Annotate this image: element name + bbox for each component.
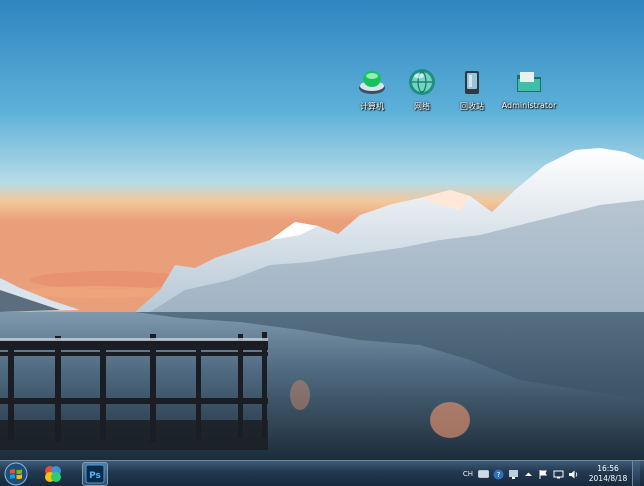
- photoshop-icon: Ps: [85, 464, 105, 484]
- desktop-icon-label: 网络: [414, 102, 430, 111]
- input-method-indicator[interactable]: CH: [461, 468, 475, 481]
- network-icon: [406, 66, 438, 98]
- user-folder-icon: [513, 66, 545, 98]
- keyboard-icon[interactable]: [477, 468, 490, 481]
- help-icon[interactable]: ?: [492, 468, 505, 481]
- clock-date: 2014/8/18: [588, 474, 628, 483]
- expand-tray-icon[interactable]: [522, 468, 535, 481]
- desktop-icon-recycle-bin[interactable]: 回收站: [450, 66, 494, 112]
- desktop-icon-label: 计算机: [360, 102, 384, 111]
- svg-text:?: ?: [497, 471, 501, 479]
- recycle-bin-icon: [456, 66, 488, 98]
- volume-icon[interactable]: [567, 468, 580, 481]
- system-tray: CH ? 16:56 2014/8/18: [460, 461, 644, 486]
- show-desktop-button[interactable]: [632, 461, 640, 486]
- svg-text:Ps: Ps: [89, 471, 101, 481]
- computer-icon: [356, 66, 388, 98]
- pinwheel-icon: [45, 466, 61, 482]
- network-tray-icon[interactable]: [507, 468, 520, 481]
- desktop-icon-computer[interactable]: 计算机: [350, 66, 394, 112]
- clock[interactable]: 16:56 2014/8/18: [587, 464, 629, 484]
- flag-icon[interactable]: [537, 468, 550, 481]
- clock-time: 16:56: [597, 464, 619, 473]
- windows-logo-icon: [4, 462, 28, 486]
- desktop-icon-network[interactable]: 网络: [400, 66, 444, 112]
- desktop-icons: 计算机 网络 回收站 Administrator: [350, 66, 558, 112]
- taskbar: Ps CH ? 16:56 2014/8/18: [0, 460, 644, 486]
- taskbar-app-photoshop[interactable]: Ps: [82, 462, 108, 486]
- display-icon[interactable]: [552, 468, 565, 481]
- taskbar-app-pinwheel[interactable]: [40, 462, 66, 486]
- start-button[interactable]: [3, 462, 29, 486]
- desktop-icon-label: Administrator: [501, 101, 557, 110]
- desktop-icon-label: 回收站: [460, 102, 484, 111]
- desktop-icon-administrator[interactable]: Administrator: [500, 66, 558, 112]
